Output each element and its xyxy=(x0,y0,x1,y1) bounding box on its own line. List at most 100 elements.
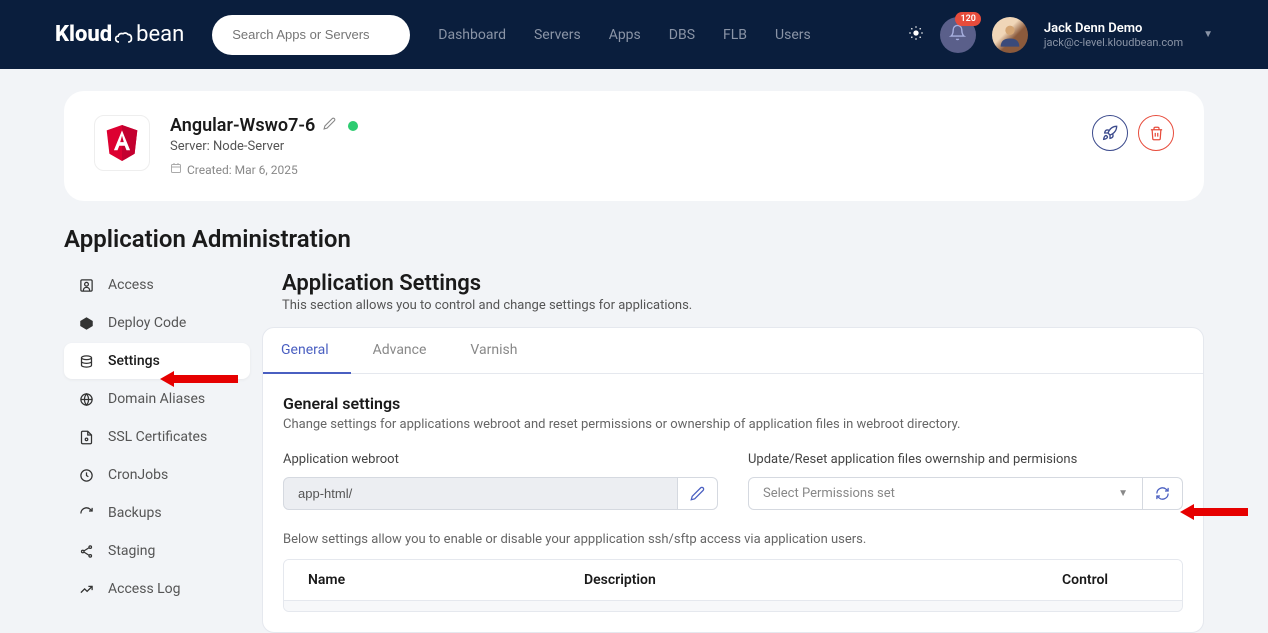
rocket-icon xyxy=(1102,125,1118,141)
panel-note: Below settings allow you to enable or di… xyxy=(283,532,1183,547)
sidebar-item-ssl[interactable]: SSL Certificates xyxy=(64,419,250,455)
sidebar-item-label: Settings xyxy=(108,353,160,369)
logo-text-bean: bean xyxy=(136,22,184,47)
sidebar-item-domain[interactable]: Domain Aliases xyxy=(64,381,250,417)
code-icon xyxy=(78,316,94,331)
nav-links: Dashboard Servers Apps DBS FLB Users xyxy=(438,27,810,43)
nav-users[interactable]: Users xyxy=(775,27,811,43)
webroot-label: Application webroot xyxy=(283,452,718,467)
search-input[interactable] xyxy=(232,27,390,42)
lock-icon xyxy=(78,430,94,445)
nav-servers[interactable]: Servers xyxy=(534,27,581,43)
notifications-button[interactable]: 120 xyxy=(940,17,976,53)
launch-button[interactable] xyxy=(1092,115,1128,151)
tab-varnish[interactable]: Varnish xyxy=(448,328,539,373)
app-server-label: Server: Node-Server xyxy=(170,139,358,154)
clock-icon xyxy=(78,468,94,483)
delete-button[interactable] xyxy=(1138,115,1174,151)
app-created-label: Created: Mar 6, 2025 xyxy=(187,163,298,177)
subsection-desc: Change settings for applications webroot… xyxy=(283,417,1183,432)
logo[interactable]: Kloud bean xyxy=(55,22,184,47)
main-layout: Access Deploy Code Settings Domain Alias… xyxy=(64,267,1204,633)
calendar-icon xyxy=(170,162,182,177)
content-header: Application Settings This section allows… xyxy=(282,271,1204,313)
trash-icon xyxy=(1149,126,1164,141)
sidebar-item-label: Deploy Code xyxy=(108,315,186,331)
sidebar-item-deploy[interactable]: Deploy Code xyxy=(64,305,250,341)
table-header: Name Description Control xyxy=(284,560,1182,601)
sidebar-item-label: CronJobs xyxy=(108,467,168,483)
angular-icon xyxy=(104,123,140,163)
form-row: Application webroot Update/Reset applica… xyxy=(283,452,1183,510)
share-icon xyxy=(78,544,94,559)
sidebar-item-log[interactable]: Access Log xyxy=(64,571,250,607)
sidebar-item-settings[interactable]: Settings xyxy=(64,343,250,379)
header-right: 120 Jack Denn Demo jack@c-level.kloudbea… xyxy=(908,17,1213,53)
edit-icon[interactable] xyxy=(323,117,336,134)
nav-dbs[interactable]: DBS xyxy=(669,27,695,43)
col-description: Description xyxy=(584,572,1062,588)
sidebar-item-label: Backups xyxy=(108,505,162,521)
bell-icon xyxy=(949,24,966,46)
sidebar-item-access[interactable]: Access xyxy=(64,267,250,303)
webroot-edit-button[interactable] xyxy=(678,477,718,510)
avatar[interactable] xyxy=(992,17,1028,53)
panel-body: General settings Change settings for app… xyxy=(263,374,1203,632)
settings-icon xyxy=(78,354,94,369)
logo-text-kloud: Kloud xyxy=(55,22,112,47)
chevron-down-icon: ▼ xyxy=(1118,488,1128,499)
cloud-icon xyxy=(114,27,134,43)
app-created-row: Created: Mar 6, 2025 xyxy=(170,162,358,177)
pencil-icon xyxy=(690,486,705,501)
tab-general[interactable]: General xyxy=(263,328,351,374)
refresh-icon xyxy=(78,506,94,521)
nav-apps[interactable]: Apps xyxy=(609,27,641,43)
sidebar-item-label: SSL Certificates xyxy=(108,429,207,445)
content: Application Settings This section allows… xyxy=(262,267,1204,633)
theme-toggle-icon[interactable] xyxy=(908,25,924,45)
subsection-title: General settings xyxy=(283,394,1183,413)
table-body xyxy=(284,601,1182,611)
tab-advance[interactable]: Advance xyxy=(351,328,449,373)
access-table: Name Description Control xyxy=(283,559,1183,612)
webroot-input[interactable] xyxy=(283,477,678,510)
sidebar-item-label: Access xyxy=(108,277,154,293)
app-info: Angular-Wswo7-6 Server: Node-Server Crea… xyxy=(170,115,358,177)
permissions-label: Update/Reset application files owernship… xyxy=(748,452,1183,467)
sidebar: Access Deploy Code Settings Domain Alias… xyxy=(64,267,250,633)
nav-dashboard[interactable]: Dashboard xyxy=(438,27,506,43)
col-name: Name xyxy=(284,572,584,588)
app-header: Kloud bean Dashboard Servers Apps DBS FL… xyxy=(0,0,1268,69)
sidebar-item-label: Access Log xyxy=(108,581,181,597)
sidebar-item-cron[interactable]: CronJobs xyxy=(64,457,250,493)
app-title: Angular-Wswo7-6 xyxy=(170,115,315,136)
chevron-down-icon[interactable]: ▼ xyxy=(1203,29,1213,40)
user-email: jack@c-level.kloudbean.com xyxy=(1044,36,1183,49)
content-description: This section allows you to control and c… xyxy=(282,298,1204,313)
refresh-icon xyxy=(1155,486,1170,501)
permissions-refresh-button[interactable] xyxy=(1143,477,1183,510)
globe-icon xyxy=(78,392,94,407)
permissions-placeholder: Select Permissions set xyxy=(763,486,895,501)
app-title-row: Angular-Wswo7-6 xyxy=(170,115,358,136)
permissions-group: Update/Reset application files owernship… xyxy=(748,452,1183,510)
col-control: Control xyxy=(1062,572,1182,588)
notification-badge: 120 xyxy=(955,12,980,26)
user-name: Jack Denn Demo xyxy=(1044,21,1183,36)
sidebar-item-staging[interactable]: Staging xyxy=(64,533,250,569)
app-actions xyxy=(1092,115,1174,151)
nav-flb[interactable]: FLB xyxy=(723,27,747,43)
permissions-select[interactable]: Select Permissions set ▼ xyxy=(748,477,1143,510)
webroot-input-group xyxy=(283,477,718,510)
permissions-input-group: Select Permissions set ▼ xyxy=(748,477,1183,510)
user-info[interactable]: Jack Denn Demo jack@c-level.kloudbean.co… xyxy=(1044,21,1183,49)
sidebar-item-backups[interactable]: Backups xyxy=(64,495,250,531)
status-indicator xyxy=(348,121,358,131)
content-title: Application Settings xyxy=(282,271,1204,296)
chart-icon xyxy=(78,582,94,597)
search-box[interactable] xyxy=(212,15,410,55)
settings-panel: General Advance Varnish General settings… xyxy=(262,327,1204,633)
user-square-icon xyxy=(78,278,94,293)
section-title: Application Administration xyxy=(64,225,1204,253)
app-logo xyxy=(94,115,150,171)
